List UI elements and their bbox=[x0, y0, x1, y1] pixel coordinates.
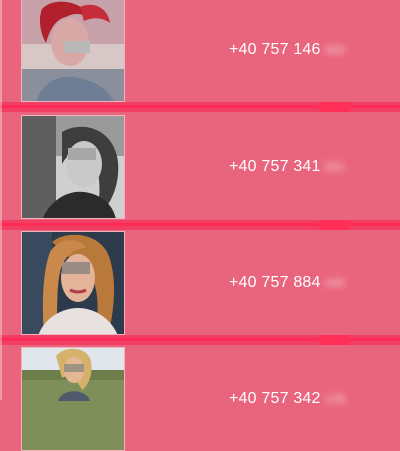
left-edge bbox=[0, 0, 2, 400]
row-divider bbox=[0, 335, 400, 345]
row-divider bbox=[0, 102, 400, 112]
contact-avatar bbox=[21, 115, 125, 219]
contact-row[interactable]: +40 757 146 493 bbox=[0, 0, 400, 102]
divider-tab bbox=[319, 220, 350, 230]
hidden-digits: 561 bbox=[324, 160, 346, 174]
phone-number: +40 757 146 bbox=[229, 41, 321, 58]
phone-number: +40 757 341 bbox=[229, 158, 321, 175]
contact-phone: +40 757 884 445 bbox=[229, 273, 345, 293]
divider-tab bbox=[319, 102, 350, 112]
contact-row[interactable]: +40 757 342 139 bbox=[0, 347, 400, 451]
phone-number: +40 757 342 bbox=[229, 390, 321, 407]
row-divider bbox=[0, 220, 400, 230]
contact-row[interactable]: +40 757 341 561 bbox=[0, 115, 400, 219]
contact-list: +40 757 146 493 +40 757 341 561 +40 757 … bbox=[0, 0, 400, 451]
contact-phone: +40 757 146 493 bbox=[229, 40, 345, 60]
hidden-digits: 493 bbox=[324, 43, 346, 57]
contact-row[interactable]: +40 757 884 445 bbox=[0, 231, 400, 335]
hidden-digits: 445 bbox=[324, 276, 346, 290]
hidden-digits: 139 bbox=[324, 392, 346, 406]
contact-phone: +40 757 341 561 bbox=[229, 157, 345, 177]
phone-number: +40 757 884 bbox=[229, 274, 321, 291]
contact-avatar bbox=[21, 231, 125, 335]
divider-tab bbox=[319, 335, 350, 345]
contact-avatar bbox=[21, 347, 125, 451]
contact-avatar bbox=[21, 0, 125, 102]
contact-phone: +40 757 342 139 bbox=[229, 389, 345, 409]
